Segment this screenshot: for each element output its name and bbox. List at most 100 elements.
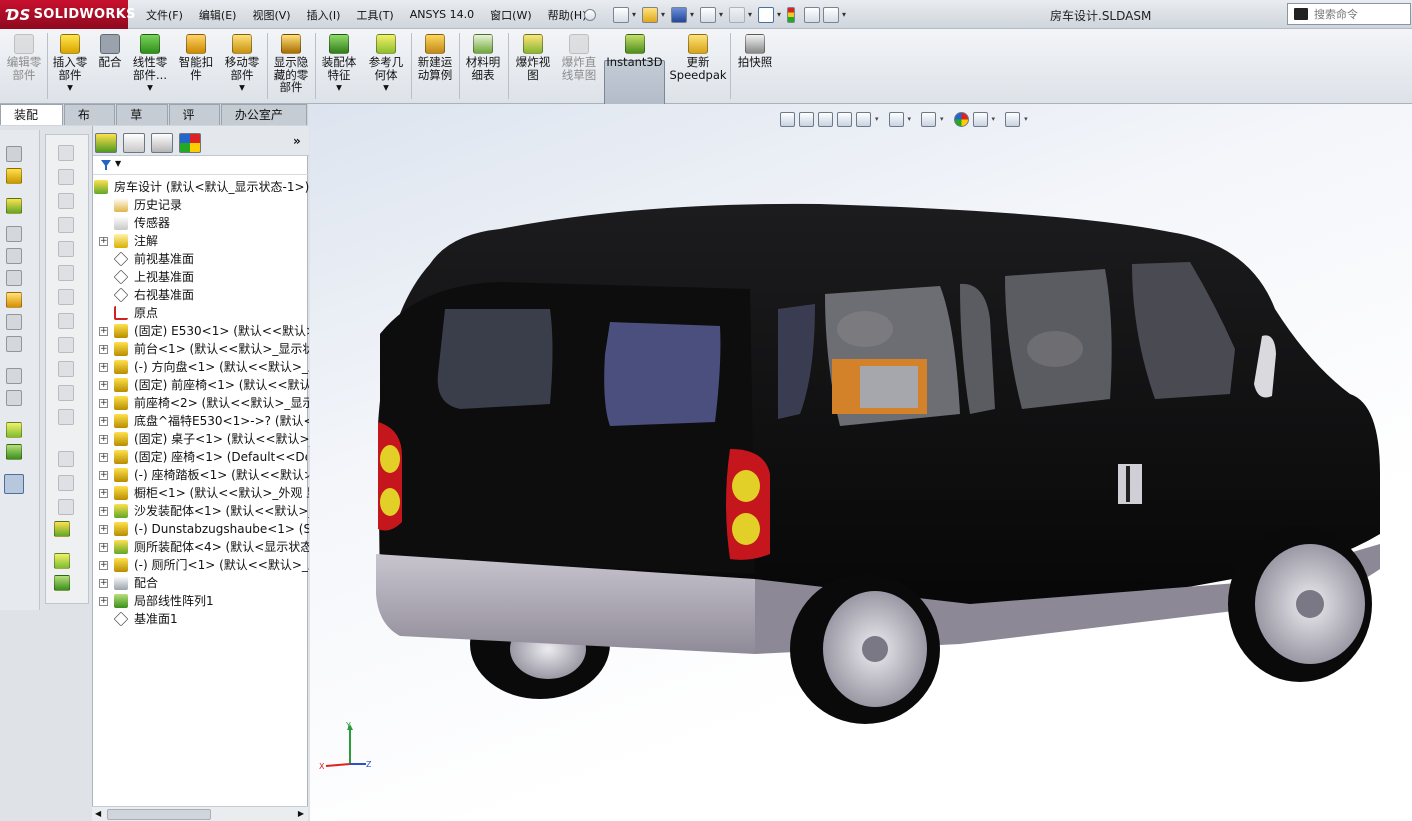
tree-item[interactable]: + 局部线性阵列1 [93,592,309,610]
menu-ansys[interactable]: ANSYS 14.0 [402,8,482,21]
show-hidden-components-button[interactable]: 显示隐 藏的零 部件 [269,34,313,100]
toolbar-tool-icon[interactable] [58,145,74,161]
tree-item[interactable]: + (固定) E530<1> (默认<<默认>_显 [93,322,309,340]
tree-item[interactable]: + (固定) 前座椅<1> (默认<<默认> [93,376,309,394]
graphics-viewport[interactable]: ▾ ▾ ▾ ▾ ▾ X Y Z [310,104,1412,821]
undo-dropdown-icon[interactable]: ▾ [748,10,755,19]
move-component-button[interactable]: 移动零 部件 ▾ [220,34,264,100]
toolbar-tool-icon[interactable] [6,168,22,184]
expand-toggle-icon[interactable]: + [99,507,108,516]
tree-item[interactable]: + 厕所装配体<4> (默认<显示状态 [93,538,309,556]
tree-root-item[interactable]: 房车设计 (默认<默认_显示状态-1>) [93,178,309,196]
toolbar-tool-icon[interactable] [4,474,24,494]
tree-filter[interactable]: ▼ [93,157,309,175]
toolbar-tool-icon[interactable] [58,313,74,329]
tab-evaluate[interactable]: 评估 [168,104,220,143]
toolbar-tool-icon[interactable] [58,475,74,491]
menu-file[interactable]: 文件(F) [138,7,191,23]
tree-item[interactable]: + 前座椅<2> (默认<<默认>_显示 [93,394,309,412]
reference-geometry-button[interactable]: 参考几 何体 ▾ [364,34,408,100]
tree-item[interactable]: + (-) 厕所门<1> (默认<<默认>_显 [93,556,309,574]
edit-component-button[interactable]: 编辑零 部件 [3,34,45,100]
tree-item[interactable]: + 配合 [93,574,309,592]
tree-item[interactable]: + 前台<1> (默认<<默认>_显示状 [93,340,309,358]
expand-panel-icon[interactable]: » [293,134,301,148]
menu-insert[interactable]: 插入(I) [299,7,349,23]
configuration-manager-tab-icon[interactable] [151,133,173,153]
menu-edit[interactable]: 编辑(E) [191,7,245,23]
toolbar-tool-icon[interactable] [6,444,22,460]
menu-view[interactable]: 视图(V) [244,7,298,23]
tab-assembly[interactable]: 装配体 [0,104,63,143]
camper-van-model[interactable] [310,104,1412,821]
select-cursor-icon[interactable] [758,6,774,23]
toolbar-tool-icon[interactable] [58,385,74,401]
expand-toggle-icon[interactable]: + [99,561,108,570]
insert-component-button[interactable]: 插入零 部件 ▾ [49,34,91,100]
scroll-left-arrow-icon[interactable]: ◀ [95,809,101,818]
filter-dropdown-icon[interactable]: ▼ [115,159,121,168]
expand-toggle-icon[interactable]: + [99,327,108,336]
toolbar-tool-icon[interactable] [54,521,70,537]
toolbar-tool-icon[interactable] [58,337,74,353]
new-document-icon[interactable] [613,6,629,23]
tree-item[interactable]: 右视基准面 [93,286,309,304]
bill-of-materials-button[interactable]: 材料明 细表 [461,34,505,100]
linear-pattern-dropdown-icon[interactable]: ▾ [147,81,153,94]
save-icon[interactable] [671,6,687,23]
tree-item[interactable]: 上视基准面 [93,268,309,286]
toolbar-tool-icon[interactable] [58,361,74,377]
toolbar-tool-icon[interactable] [6,226,22,242]
toolbar-tool-icon[interactable] [6,198,22,214]
display-manager-tab-icon[interactable] [179,133,201,153]
file-properties-icon[interactable] [804,6,820,23]
tree-item[interactable]: + (-) 方向盘<1> (默认<<默认>_显 [93,358,309,376]
expand-toggle-icon[interactable]: + [99,399,108,408]
toolbar-tool-icon[interactable] [58,241,74,257]
tree-item[interactable]: + 注解 [93,232,309,250]
assembly-features-dropdown-icon[interactable]: ▾ [336,81,342,94]
reference-geometry-dropdown-icon[interactable]: ▾ [383,81,389,94]
toolbar-tool-icon[interactable] [58,265,74,281]
tab-layout[interactable]: 布局 [63,104,116,143]
options-dropdown-icon[interactable]: ▾ [842,10,849,19]
undo-icon[interactable] [729,6,745,23]
expand-toggle-icon[interactable]: + [99,417,108,426]
tree-item[interactable]: + (固定) 桌子<1> (默认<<默认>_ [93,430,309,448]
menu-tools[interactable]: 工具(T) [348,7,401,23]
tab-sketch[interactable]: 草图 [116,104,168,143]
toolbar-tool-icon[interactable] [6,368,22,384]
assembly-features-button[interactable]: 装配体 特征 ▾ [317,34,361,100]
expand-toggle-icon[interactable]: + [99,489,108,498]
expand-toggle-icon[interactable]: + [99,579,108,588]
mate-button[interactable]: 配合 [93,34,127,100]
expand-toggle-icon[interactable]: + [99,597,108,606]
property-manager-tab-icon[interactable] [123,133,145,153]
tree-item[interactable]: 基准面1 [93,610,309,628]
exploded-view-button[interactable]: 爆炸视 图 [510,34,556,100]
take-snapshot-button[interactable]: 拍快照 [733,34,777,100]
select-dropdown-icon[interactable]: ▾ [777,10,784,19]
toolbar-tool-icon[interactable] [58,409,74,425]
print-dropdown-icon[interactable]: ▾ [719,10,726,19]
toolbar-tool-icon[interactable] [58,499,74,515]
toolbar-tool-icon[interactable] [6,422,22,438]
update-speedpak-button[interactable]: 更新 Speedpak [668,34,728,100]
smart-fasteners-button[interactable]: 智能扣 件 [175,34,217,100]
feature-tree-tab-icon[interactable] [95,133,117,153]
toolbar-tool-icon[interactable] [6,314,22,330]
tree-item[interactable]: 历史记录 [93,196,309,214]
insert-component-dropdown-icon[interactable]: ▾ [67,81,73,94]
scrollbar-thumb[interactable] [107,809,211,820]
explode-line-sketch-button[interactable]: 爆炸直 线草图 [556,34,602,100]
rebuild-traffic-light-icon[interactable] [787,6,795,23]
menu-window[interactable]: 窗口(W) [482,7,539,23]
toolbar-tool-icon[interactable] [58,193,74,209]
print-icon[interactable] [700,6,716,23]
tree-item[interactable]: + (固定) 座椅<1> (Default<<Defa [93,448,309,466]
toolbar-tool-icon[interactable] [6,292,22,308]
tree-item[interactable]: 传感器 [93,214,309,232]
expand-toggle-icon[interactable]: + [99,471,108,480]
expand-toggle-icon[interactable]: + [99,381,108,390]
new-motion-study-button[interactable]: 新建运 动算例 [413,34,457,100]
